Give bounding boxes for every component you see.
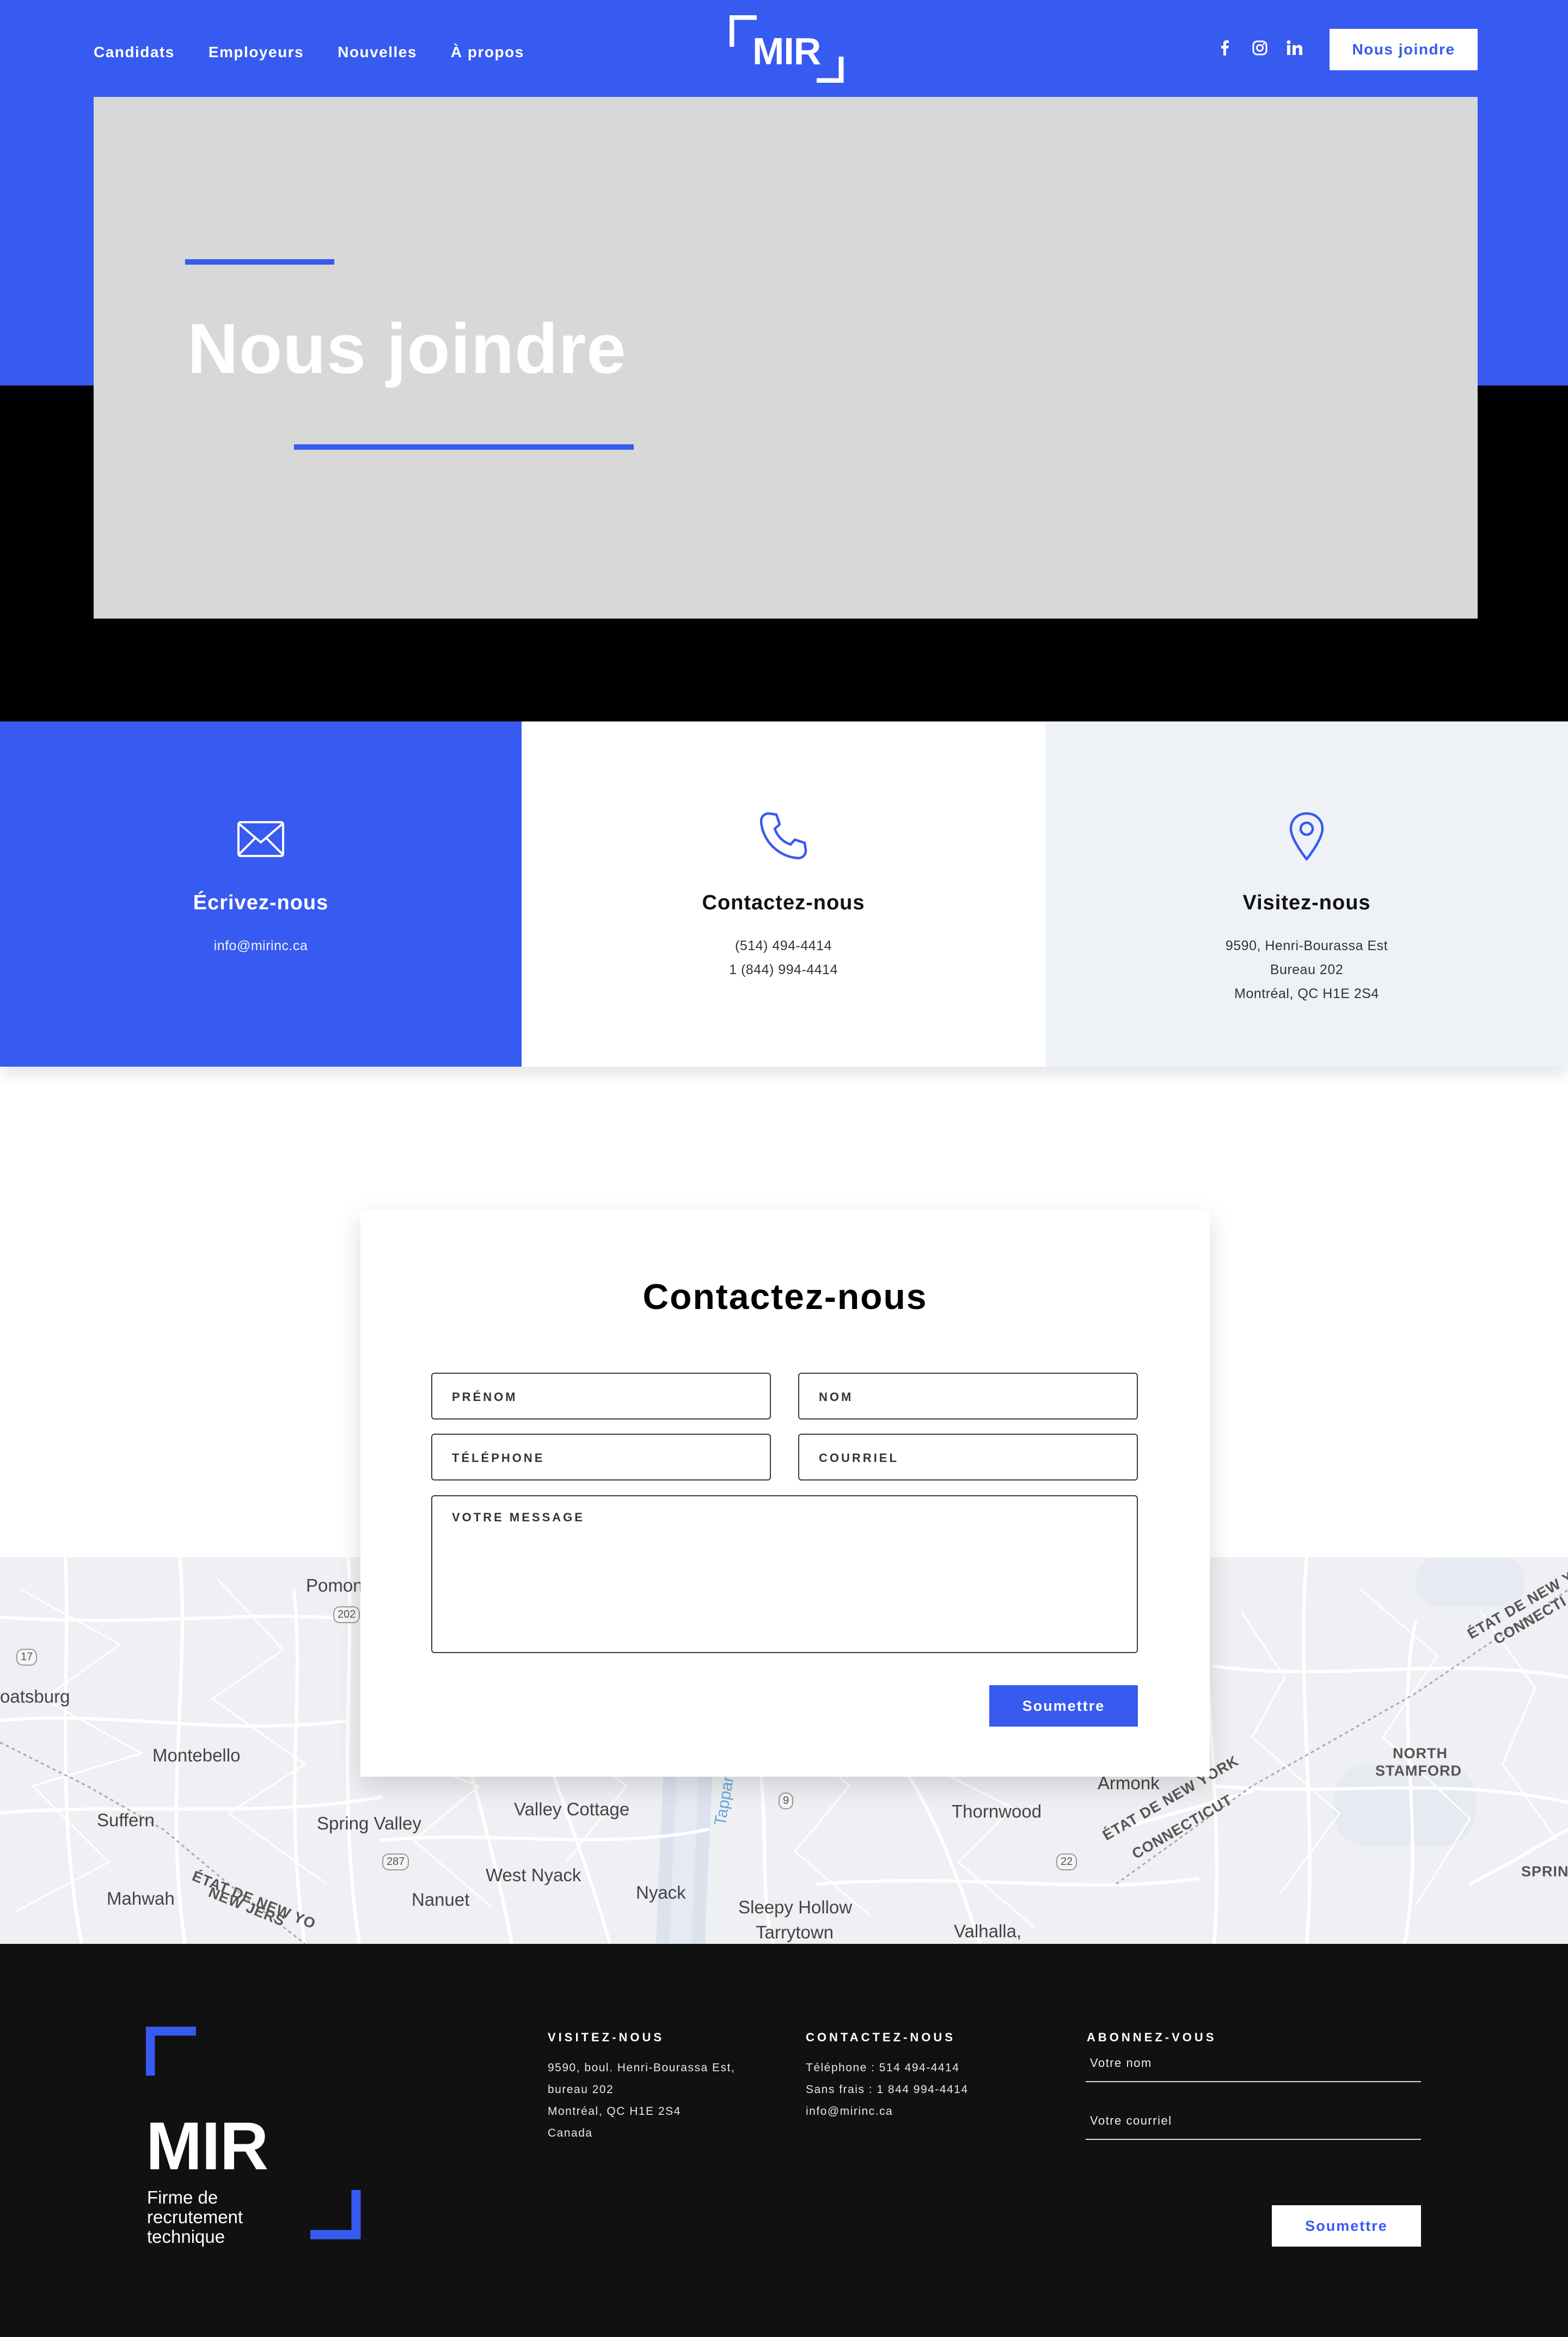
map-route-22-icon: 22 [1056,1853,1077,1870]
footer-logo-text: MIR [146,2109,268,2184]
main-nav: Candidats Employeurs Nouvelles À propos [94,41,524,63]
subscribe-name-input[interactable]: Votre nom [1086,2048,1421,2082]
card-contact-us: Contactez-nous (514) 494-4414 1 (844) 99… [522,721,1045,1067]
map-label-spring-valley: Spring Valley [317,1813,421,1833]
social-links [1215,38,1304,58]
card-contact-title: Contactez-nous [702,891,865,914]
nav-nouvelles[interactable]: Nouvelles [338,41,417,63]
map-label-tarrytown: Tarrytown [756,1922,834,1942]
card-visit-title: Visitez-nous [1242,891,1371,914]
card-write-title: Écrivez-nous [193,891,329,914]
map-label-montebello: Montebello [152,1745,241,1765]
map-label-valhalla: Valhalla, [954,1921,1022,1941]
map-label-thornwood: Thornwood [952,1801,1042,1821]
contact-form-title: Contactez-nous [642,1276,928,1317]
map-route-9-icon: 9 [779,1792,794,1809]
nav-candidats[interactable]: Candidats [94,41,175,63]
footer-subscribe-heading: ABONNEZ-VOUS [1087,2030,1217,2044]
logo-text: MIR [752,30,821,72]
map-route-17-icon: 17 [16,1649,38,1666]
card-contact-phone-local[interactable]: (514) 494-4414 [522,934,1045,958]
map-route-202-icon: 202 [333,1606,360,1623]
footer-logo[interactable]: MIR Firme de recrutement technique [146,2027,364,2247]
map-label-nanuet: Nanuet [412,1889,470,1910]
footer-contact-phone[interactable]: Téléphone : 514 494-4414 [806,2057,1034,2079]
footer-visit-line-3: Montréal, QC H1E 2S4 [548,2105,681,2118]
page-title: Nous joindre [187,309,627,388]
footer-visit-line-1: 9590, boul. Henri-Bourassa Est, [548,2061,736,2074]
message-textarea[interactable]: VOTRE MESSAGE [431,1495,1138,1653]
hero-accent-line-bottom [294,444,634,450]
subscribe-email-input[interactable]: Votre courriel [1086,2106,1421,2140]
instagram-icon[interactable] [1250,38,1270,58]
location-pin-icon [1289,812,1324,861]
footer-contact-tollfree[interactable]: Sans frais : 1 844 994-4414 [806,2079,1034,2101]
map-route-287-icon: 287 [382,1853,409,1870]
subscribe-submit-button[interactable]: Soumettre [1272,2205,1421,2247]
footer-contact-column: CONTACTEZ-NOUS Téléphone : 514 494-4414 … [806,2027,1034,2122]
footer-visit-column: VISITEZ-NOUS 9590, boul. Henri-Bourassa … [548,2027,765,2144]
join-us-button[interactable]: Nous joindre [1330,29,1478,70]
footer-subscribe-column: ABONNEZ-VOUS Votre nom Votre courriel [1086,2027,1421,2164]
card-contact-phone-tollfree[interactable]: 1 (844) 994-4414 [522,958,1045,982]
footer-tagline-line-1: Firme de [147,2187,218,2207]
map-label-west-nyack: West Nyack [486,1865,581,1885]
linkedin-icon[interactable] [1285,38,1304,58]
envelope-icon [237,821,284,857]
map-label-stamford: STAMFORD [1375,1763,1462,1779]
map-label-nyack: Nyack [636,1882,686,1902]
footer-contact-heading: CONTACTEZ-NOUS [806,2030,955,2044]
footer-visit-heading: VISITEZ-NOUS [548,2030,665,2044]
card-visit-address-1: 9590, Henri-Bourassa Est [1225,938,1388,953]
nav-employeurs[interactable]: Employeurs [209,41,304,63]
footer-tagline-line-3: technique [147,2226,225,2247]
phone-field[interactable]: TÉLÉPHONE [431,1434,771,1480]
first-name-field[interactable]: PRÉNOM [431,1373,771,1420]
email-field[interactable]: COURRIEL [798,1434,1138,1480]
footer-tagline-line-2: recrutement [147,2207,243,2227]
nav-a-propos[interactable]: À propos [451,41,524,63]
map-label-springdale: SPRIN [1521,1863,1568,1880]
card-visit-address-2: Bureau 202 [1270,962,1344,977]
phone-icon [759,812,807,860]
facebook-icon[interactable] [1215,38,1235,58]
map-label-sloatsburg: oatsburg [0,1686,70,1706]
card-write-email[interactable]: info@mirinc.ca [0,934,522,958]
map-label-valley-cottage: Valley Cottage [514,1799,630,1819]
contact-info-cards: Écrivez-nous info@mirinc.ca Contactez-no… [0,721,1568,1067]
contact-submit-button[interactable]: Soumettre [989,1685,1138,1727]
map-label-suffern: Suffern [97,1810,155,1830]
map-label-north: NORTH [1393,1745,1448,1761]
map-label-sleepy-hollow: Sleepy Hollow [738,1897,853,1917]
footer-visit-line-4: Canada [548,2127,593,2139]
hero-accent-line-top [185,259,334,265]
card-visit-address-3: Montréal, QC H1E 2S4 [1234,986,1379,1001]
contact-form-card: Contactez-nous PRÉNOM NOM TÉLÉPHONE COUR… [360,1210,1210,1777]
card-write-us: Écrivez-nous info@mirinc.ca [0,721,522,1067]
site-footer: MIR Firme de recrutement technique VISIT… [0,1944,1568,2337]
last-name-field[interactable]: NOM [798,1373,1138,1420]
site-logo[interactable]: MIR [729,15,844,83]
card-visit-us: Visitez-nous 9590, Henri-Bourassa Est Bu… [1045,721,1568,1067]
footer-contact-email[interactable]: info@mirinc.ca [806,2101,1034,2122]
footer-tagline: Firme de recrutement technique [147,2188,243,2247]
footer-visit-line-2: bureau 202 [548,2083,614,2096]
map-label-mahwah: Mahwah [107,1888,175,1908]
